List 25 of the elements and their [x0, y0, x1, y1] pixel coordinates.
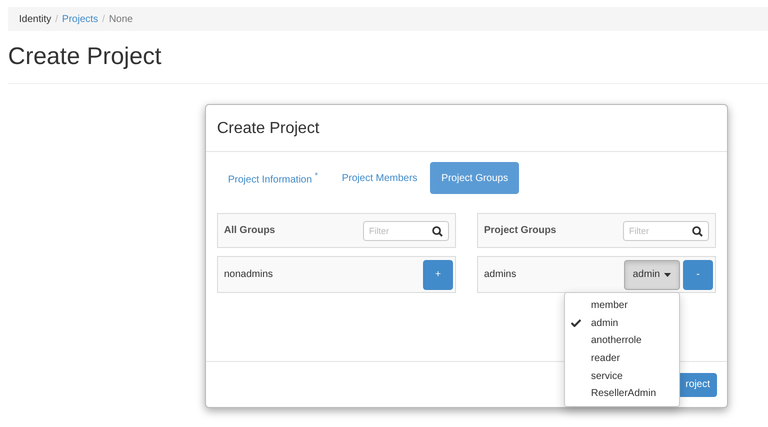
role-option[interactable]: admin [591, 318, 618, 329]
filter-field[interactable]: Filter [623, 220, 709, 241]
search-icon [432, 226, 443, 237]
modal-title: Create Project [217, 120, 320, 137]
panel-title: All Groups [224, 225, 276, 236]
remove-button[interactable]: - [683, 260, 713, 290]
add-button[interactable]: + [423, 260, 453, 290]
group-name: admins [484, 269, 518, 280]
page-title: Create Project [8, 43, 162, 71]
role-option[interactable]: service [591, 370, 623, 382]
group-name: nonadmins [224, 269, 274, 280]
role-dropdown[interactable]: admin [624, 260, 680, 290]
caret-icon [664, 272, 671, 277]
tab[interactable]: Project Information $^{*}$ [217, 162, 329, 194]
panel-title: Project Groups [484, 225, 556, 236]
role-option[interactable]: reader [591, 352, 620, 364]
role-option[interactable]: member [591, 300, 628, 312]
search-icon [692, 226, 703, 237]
breadcrumb-separator: / [102, 14, 105, 24]
breadcrumb-item: Identity [19, 14, 52, 24]
breadcrumb-separator: / [55, 14, 58, 24]
tab[interactable]: Project Members [330, 162, 428, 194]
role-option[interactable]: anotherrole [591, 335, 642, 346]
filter-field[interactable]: Filter [363, 220, 449, 241]
breadcrumb-item: None [108, 14, 133, 24]
